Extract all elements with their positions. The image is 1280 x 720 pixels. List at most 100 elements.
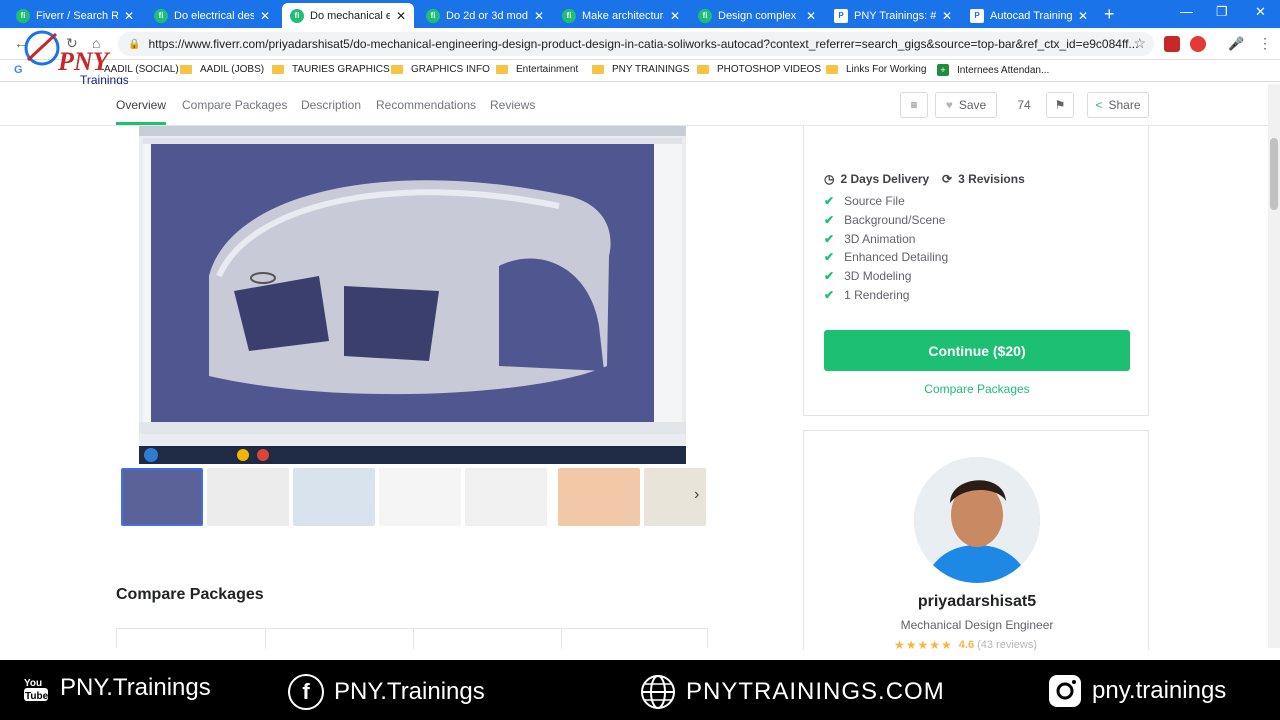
facebook-handle: f PNY.Trainings <box>288 674 485 710</box>
tab-autocad-training[interactable]: P Autocad Training ✕ <box>962 3 1096 28</box>
feature-item: ✔ 1 Rendering <box>824 288 910 302</box>
bookmark-tauries-graphics[interactable]: TAURIES GRAPHICS <box>272 64 390 75</box>
folder-icon <box>496 65 508 74</box>
close-icon[interactable]: ✕ <box>806 9 816 23</box>
bookmark-photoshop-videos[interactable]: PHOTOSHOP VIDEOS <box>697 64 821 75</box>
check-icon: ✔ <box>824 250 835 264</box>
gallery-thumbnail[interactable] <box>558 468 640 526</box>
pny-icon: P <box>970 8 984 23</box>
nav-description[interactable]: Description <box>301 98 361 112</box>
page-scrollbar[interactable] <box>1268 84 1280 648</box>
address-bar-row: ← ↻ ⌂ 🔒 https://www.fiverr.com/priyadars… <box>0 28 1280 60</box>
tab-2d-3d-model[interactable]: fi Do 2d or 3d mode ✕ <box>418 3 552 28</box>
avatar[interactable] <box>914 457 1040 583</box>
instagram-icon <box>1048 674 1082 708</box>
gallery-thumbnail[interactable] <box>121 468 203 526</box>
seller-rating[interactable]: ★★★★★ 4.6 (43 reviews) <box>894 638 1037 652</box>
collections-button[interactable]: ≡ <box>900 92 928 118</box>
youtube-handle: You Tube PNY.Trainings <box>24 674 211 702</box>
new-tab-icon[interactable]: + <box>1104 4 1115 25</box>
check-icon: ✔ <box>824 194 835 208</box>
close-icon[interactable]: ✕ <box>124 9 134 23</box>
compare-packages-link[interactable]: Compare Packages <box>804 382 1150 396</box>
close-icon[interactable]: ✕ <box>942 9 952 23</box>
chevron-right-icon[interactable]: › <box>694 486 699 504</box>
minimize-icon[interactable]: — <box>1180 4 1193 19</box>
bookmark-pny-trainings[interactable]: PNY TRAININGS <box>592 64 689 75</box>
bookmark-star-icon[interactable]: ☆ <box>1133 35 1146 52</box>
close-icon[interactable]: ✕ <box>534 9 544 23</box>
nav-recommendations[interactable]: Recommendations <box>376 98 476 112</box>
package-card: ◷ 2 Days Delivery ⟳ 3 Revisions ✔ Source Fi… <box>803 126 1149 416</box>
feature-item: ✔ 3D Animation <box>824 232 916 246</box>
bookmarks-bar: G AADIL (SOCIAL) AADIL (JOBS) TAURIES GR… <box>0 60 1280 82</box>
save-button[interactable]: ♥ Save <box>935 92 997 118</box>
flag-icon: ⚑ <box>1054 98 1066 112</box>
compare-packages-heading: Compare Packages <box>116 586 264 603</box>
fiverr-icon: fi <box>290 8 304 23</box>
star-rating-icon: ★★★★★ <box>894 638 953 652</box>
nav-compare-packages[interactable]: Compare Packages <box>182 98 287 112</box>
gallery-thumbnail[interactable] <box>293 468 375 526</box>
feature-item: ✔ Enhanced Detailing <box>824 250 949 264</box>
share-button[interactable]: < Share <box>1087 92 1149 118</box>
bookmark-aadil-jobs[interactable]: AADIL (JOBS) <box>180 64 264 75</box>
feature-item: ✔ Background/Scene <box>824 213 946 227</box>
globe-icon <box>640 674 676 710</box>
share-icon: < <box>1095 98 1103 112</box>
svg-text:You: You <box>24 678 42 689</box>
bookmark-internees-attendance[interactable]: + Internees Attendan... <box>937 64 1049 76</box>
sheets-icon: + <box>937 64 949 76</box>
fiverr-icon: fi <box>426 8 440 23</box>
seller-name[interactable]: priyadarshisat5 <box>804 593 1150 611</box>
bookmark-entertainment[interactable]: Entertainment <box>496 64 578 75</box>
maximize-icon[interactable]: ❐ <box>1216 4 1228 20</box>
continue-button[interactable]: Continue ($20) <box>824 330 1130 371</box>
seller-card: priyadarshisat5 Mechanical Design Engine… <box>803 430 1150 652</box>
extension-icon[interactable] <box>1190 36 1206 52</box>
menu-kebab-icon[interactable]: ⋮ <box>1258 35 1272 52</box>
delivery-info: ◷ 2 Days Delivery <box>824 172 930 186</box>
close-icon[interactable]: ✕ <box>1078 9 1088 23</box>
microphone-icon[interactable]: 🎤 <box>1228 36 1244 52</box>
tab-design-complex[interactable]: fiDesign complex 3d✕ <box>690 3 824 28</box>
close-icon[interactable]: ✕ <box>260 9 270 23</box>
bookmark-links-for-working[interactable]: Links For Working <box>826 64 926 75</box>
report-button[interactable]: ⚑ <box>1046 92 1074 118</box>
fiverr-icon: fi <box>16 8 30 23</box>
gallery-thumbnail[interactable] <box>465 468 547 526</box>
feature-item: ✔ Source File <box>824 194 905 208</box>
facebook-icon: f <box>288 674 324 710</box>
check-icon: ✔ <box>824 269 835 283</box>
tab-mechanical-design[interactable]: fi Do mechanical en ✕ <box>282 3 414 28</box>
table-divider <box>413 629 414 649</box>
close-icon[interactable]: ✕ <box>396 9 406 23</box>
list-icon: ≡ <box>910 98 918 112</box>
check-icon: ✔ <box>824 232 835 246</box>
browser-tab-bar: fiFiverr / Search Res✕ fiDo electrical d… <box>0 0 1280 28</box>
tab-architectural[interactable]: fi Make architectural ✕ <box>554 3 688 28</box>
window-close-icon[interactable]: ✕ <box>1255 4 1266 20</box>
pny-social-bar: You Tube PNY.Trainings f PNY.Trainings PN… <box>0 660 1280 720</box>
table-divider <box>265 629 266 649</box>
seller-photo <box>914 457 1040 583</box>
instagram-handle: pny.trainings <box>1048 674 1226 708</box>
gallery-thumbnail[interactable] <box>207 468 289 526</box>
tab-pny-trainings[interactable]: P PNY Trainings: #1 ✕ <box>826 3 960 28</box>
scrollbar-thumb[interactable] <box>1270 138 1278 210</box>
nav-reviews[interactable]: Reviews <box>490 98 535 112</box>
folder-icon <box>826 65 838 74</box>
check-icon: ✔ <box>824 213 835 227</box>
extension-pdf-icon[interactable] <box>1164 36 1180 52</box>
tab-electrical-design[interactable]: fiDo electrical desig✕ <box>146 3 278 28</box>
tab-fiverr-search[interactable]: fiFiverr / Search Res✕ <box>8 3 142 28</box>
url-input[interactable]: 🔒 https://www.fiverr.com/priyadarshisat5… <box>118 32 1154 56</box>
bookmark-graphics-info[interactable]: GRAPHICS INFO <box>391 64 490 75</box>
lock-icon: 🔒 <box>128 38 141 50</box>
close-icon[interactable]: ✕ <box>670 9 680 23</box>
nav-overview[interactable]: Overview <box>116 98 167 125</box>
heart-icon: ♥ <box>945 98 953 112</box>
gallery-thumbnail[interactable] <box>379 468 461 526</box>
folder-icon <box>180 65 192 74</box>
gig-gallery-image[interactable] <box>139 126 686 464</box>
